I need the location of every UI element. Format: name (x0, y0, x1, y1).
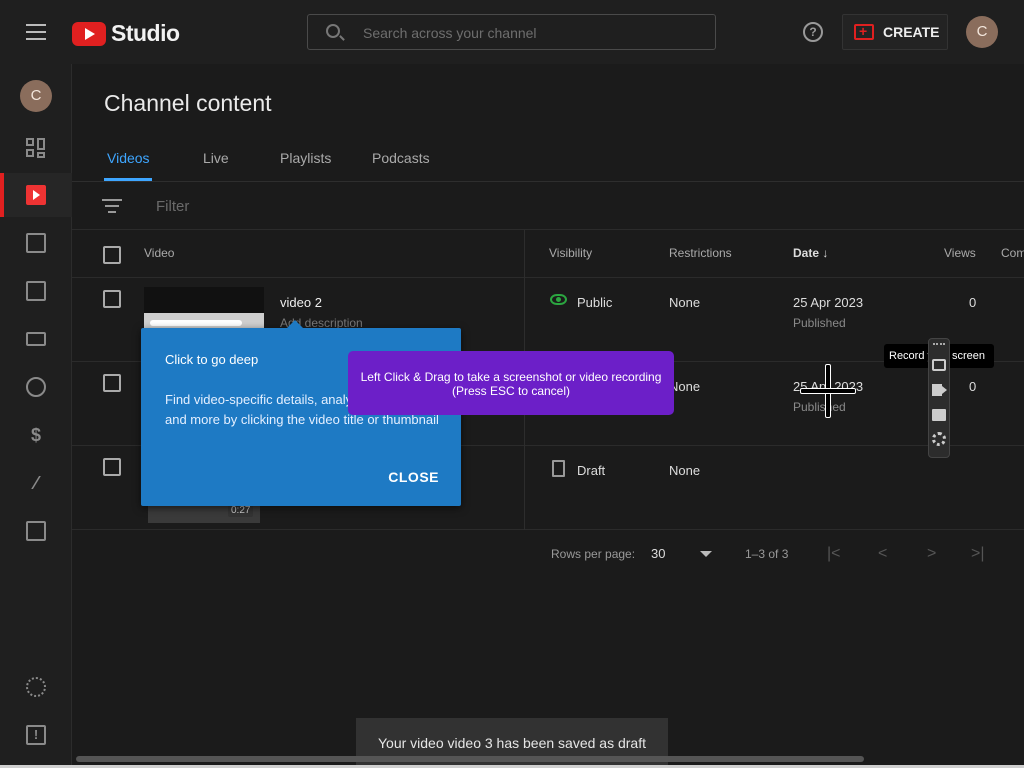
rows-per-page-select[interactable]: 30 (651, 546, 665, 561)
logo-text: Studio (111, 20, 180, 46)
search-icon[interactable] (326, 24, 340, 38)
row-checkbox[interactable] (103, 374, 121, 392)
filter-input[interactable]: Filter (156, 198, 189, 215)
first-page-button[interactable]: |< (827, 545, 841, 563)
dashboard-icon (26, 138, 46, 158)
sidebar-item-analytics[interactable] (0, 221, 72, 265)
tab-podcasts[interactable]: Podcasts (372, 150, 430, 166)
settings-icon (26, 677, 46, 697)
sidebar-item-audio-library[interactable] (0, 509, 72, 553)
tooltip-title: Click to go deep (165, 352, 259, 367)
sidebar-item-settings[interactable] (0, 665, 72, 709)
restrictions-value: None (669, 463, 701, 478)
column-header-restrictions[interactable]: Restrictions (669, 246, 732, 260)
search-bar[interactable] (307, 14, 716, 50)
sidebar-item-content[interactable] (0, 173, 72, 217)
copyright-icon (26, 377, 46, 397)
sidebar: C $ ⁄ ! (0, 64, 72, 768)
views-value: 0 (969, 295, 977, 310)
divider (72, 277, 1024, 278)
gear-icon[interactable] (932, 432, 946, 446)
menu-icon[interactable] (26, 24, 46, 40)
views-value: 0 (969, 379, 977, 394)
divider (72, 229, 1024, 230)
divider (72, 529, 1024, 530)
sidebar-item-dashboard[interactable] (0, 126, 72, 170)
filter-icon[interactable] (102, 199, 122, 213)
tab-live[interactable]: Live (203, 150, 229, 166)
rows-per-page-label: Rows per page: (551, 547, 636, 561)
column-header-date[interactable]: Date ↓ (793, 246, 828, 260)
row-checkbox[interactable] (103, 290, 121, 308)
previous-page-button[interactable]: < (878, 545, 887, 563)
capture-instructions-line1: Left Click & Drag to take a screenshot o… (360, 370, 662, 384)
sidebar-item-earn[interactable]: $ (0, 413, 72, 457)
create-button[interactable]: CREATE (842, 14, 948, 50)
sidebar-item-subtitles[interactable] (0, 317, 72, 361)
create-video-icon (854, 23, 874, 40)
row-checkbox[interactable] (103, 458, 121, 476)
last-page-button[interactable]: >| (971, 545, 985, 563)
search-input[interactable] (363, 23, 703, 43)
feedback-icon: ! (26, 725, 46, 745)
comments-icon (26, 281, 46, 301)
sidebar-item-copyright[interactable] (0, 365, 72, 409)
account-avatar[interactable]: C (966, 16, 998, 48)
chevron-down-icon[interactable] (700, 551, 712, 557)
earn-icon: $ (30, 425, 41, 445)
video-title[interactable]: video 2 (280, 295, 322, 310)
sidebar-item-comments[interactable] (0, 269, 72, 313)
analytics-icon (26, 233, 46, 253)
help-icon[interactable]: ? (803, 22, 823, 42)
sort-down-arrow-icon: ↓ (822, 246, 829, 260)
video-camera-icon[interactable] (932, 384, 947, 396)
sidebar-item-customization[interactable]: ⁄ (0, 461, 72, 505)
column-header-comments[interactable]: Com (1001, 246, 1024, 260)
capture-instructions: Left Click & Drag to take a screenshot o… (348, 351, 674, 415)
tabs-divider (72, 181, 1024, 182)
sidebar-item-feedback[interactable]: ! (0, 713, 72, 757)
channel-avatar[interactable]: C (20, 80, 52, 112)
column-header-date-label: Date (793, 246, 820, 260)
youtube-logo-icon (72, 21, 106, 46)
studio-logo[interactable]: Studio (72, 20, 180, 47)
date-value: 25 Apr 2023 (793, 295, 864, 310)
top-bar: Studio ? CREATE C (0, 0, 1024, 64)
folder-icon[interactable] (932, 409, 946, 421)
crosshair-cursor-icon (800, 364, 856, 418)
visibility-value[interactable]: Draft (577, 463, 605, 478)
column-header-views[interactable]: Views (944, 246, 976, 260)
camera-icon[interactable] (932, 359, 946, 371)
draft-document-icon (552, 460, 565, 477)
tab-playlists[interactable]: Playlists (280, 150, 331, 166)
column-header-visibility[interactable]: Visibility (549, 246, 592, 260)
tooltip-close-button[interactable]: CLOSE (388, 469, 439, 485)
tab-videos[interactable]: Videos (107, 150, 150, 166)
create-label: CREATE (883, 24, 940, 40)
page-range: 1–3 of 3 (745, 547, 789, 561)
drag-handle-icon[interactable] (933, 343, 945, 346)
page-title: Channel content (104, 90, 272, 116)
audio-library-icon (26, 521, 46, 541)
customization-icon: ⁄ (34, 473, 38, 493)
visibility-value[interactable]: Public (577, 295, 612, 310)
next-page-button[interactable]: > (927, 545, 936, 563)
public-eye-icon (550, 294, 567, 305)
date-status: Published (793, 316, 846, 330)
select-all-checkbox[interactable] (103, 246, 121, 264)
content-icon (26, 185, 46, 205)
subtitles-icon (26, 332, 46, 346)
capture-toolbar (928, 338, 950, 458)
restrictions-value: None (669, 295, 701, 310)
horizontal-scrollbar[interactable] (76, 756, 864, 762)
column-header-video: Video (144, 246, 175, 260)
capture-instructions-line2: (Press ESC to cancel) (451, 384, 571, 398)
